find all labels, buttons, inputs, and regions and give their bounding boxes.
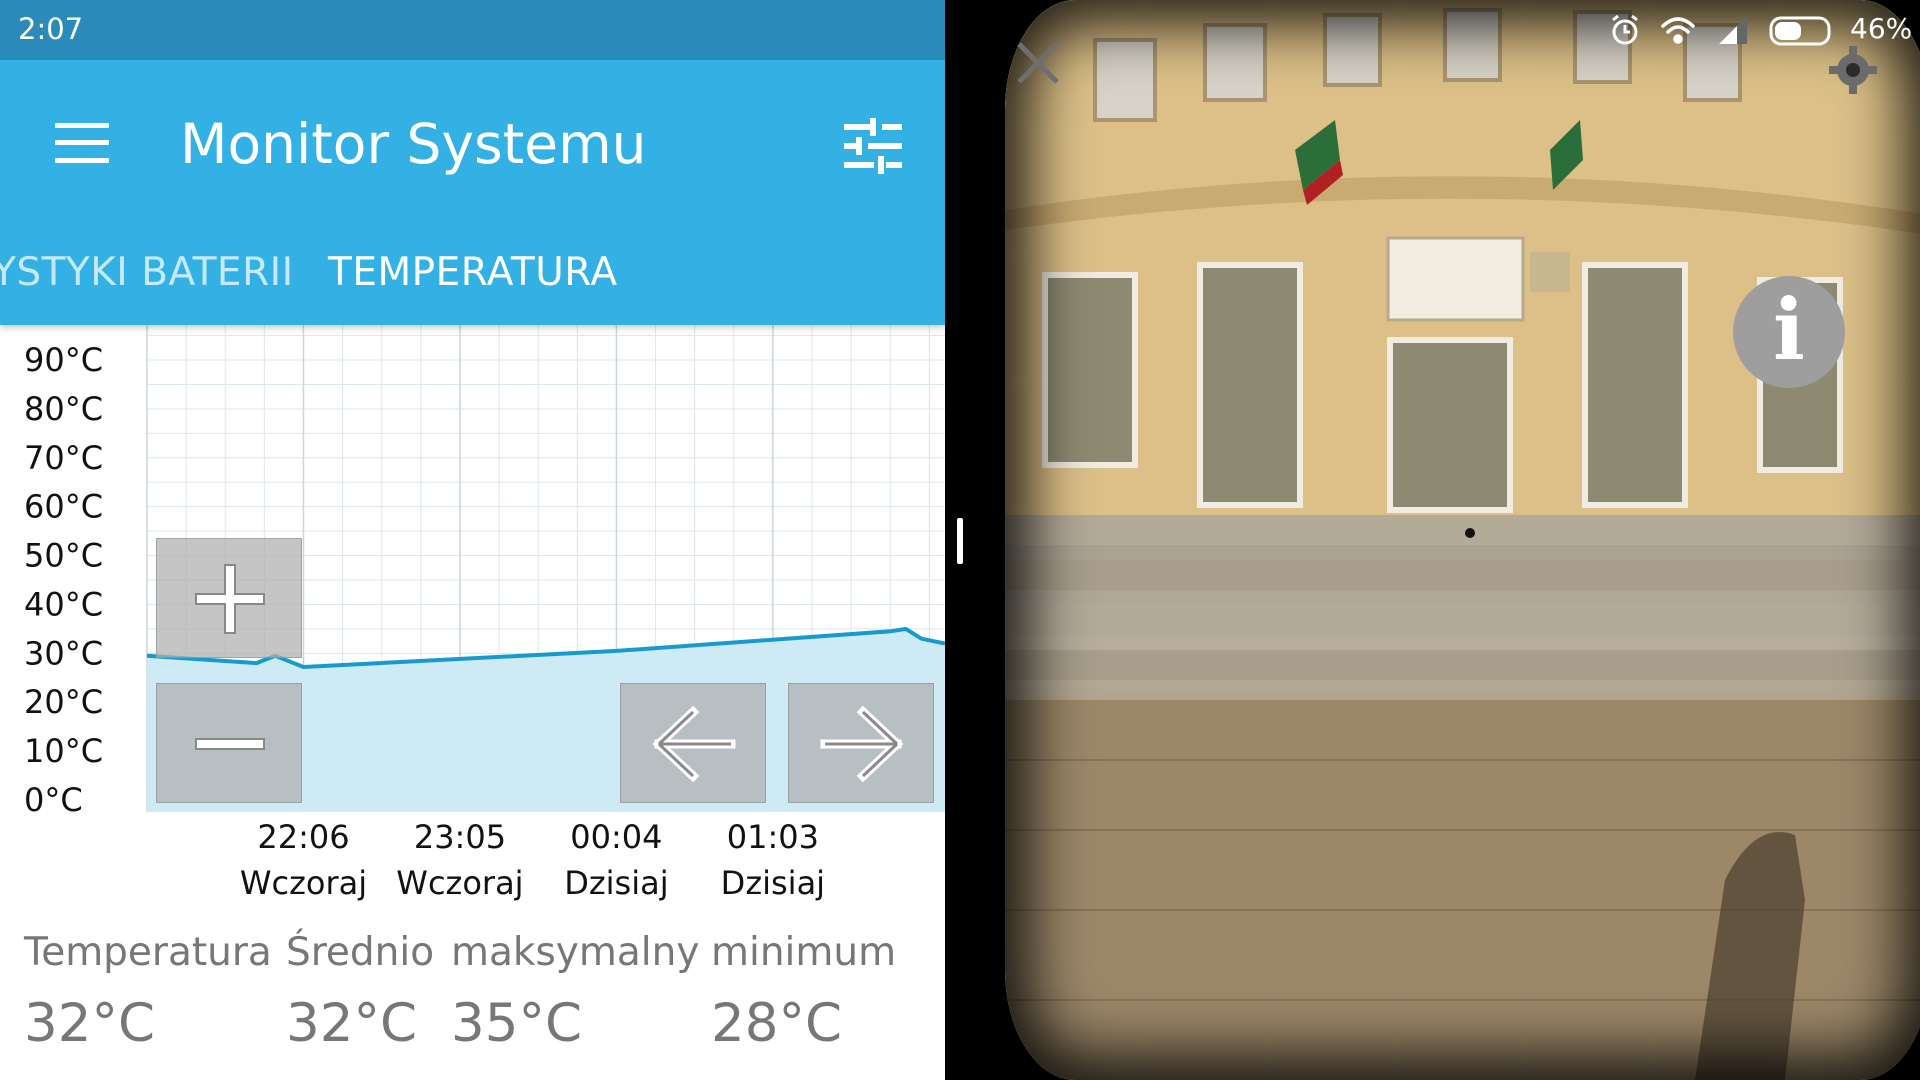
info-icon: i — [1773, 280, 1805, 379]
arrow-left-icon — [652, 705, 736, 783]
building-panorama-image — [1005, 0, 1920, 1080]
info-button[interactable]: i — [1733, 276, 1845, 388]
x-tick-time-label: 01:03 — [727, 818, 819, 856]
stat-value: 32°C — [286, 993, 417, 1054]
y-tick-label: 70°C — [24, 439, 103, 477]
zoom-out-button[interactable] — [156, 683, 302, 803]
gaze-reticle — [1465, 528, 1475, 538]
gear-icon[interactable] — [1825, 42, 1881, 98]
x-tick-day-label: Wczoraj — [240, 864, 367, 902]
stat-value: 32°C — [24, 993, 155, 1054]
tab-battery-statistics[interactable]: YSTYKI BATERII — [0, 250, 294, 295]
y-tick-label: 0°C — [24, 781, 83, 819]
stat-current: Temperatura 32°C — [24, 930, 272, 1054]
app-bar: Monitor Systemu YSTYKI BATERII TEMPERATU… — [0, 60, 945, 325]
y-tick-label: 20°C — [24, 683, 103, 721]
close-icon[interactable] — [1015, 40, 1061, 86]
zoom-in-button[interactable] — [156, 538, 302, 658]
stat-maximum: maksymalny 35°C — [451, 930, 699, 1054]
stat-value: 28°C — [711, 993, 842, 1054]
x-tick-day-label: Dzisiaj — [721, 864, 825, 902]
plus-icon — [195, 564, 265, 634]
status-time: 2:07 — [18, 12, 84, 46]
y-tick-label: 30°C — [24, 634, 103, 672]
signal-icon — [1719, 16, 1747, 44]
y-tick-label: 10°C — [24, 732, 103, 770]
stat-value: 35°C — [451, 993, 582, 1054]
tune-icon[interactable] — [842, 118, 904, 174]
scroll-right-button[interactable] — [788, 683, 934, 803]
arrow-right-icon — [820, 705, 904, 783]
vr-panorama-pane — [945, 0, 1920, 1080]
stat-label: maksymalny — [451, 930, 700, 975]
battery-percentage: 46% — [1850, 12, 1913, 45]
temperature-stats: Temperatura 32°C Średnio 32°C maksymalny… — [0, 930, 945, 1080]
tab-temperature[interactable]: TEMPERATURA — [328, 250, 618, 295]
temperature-chart[interactable]: 90°C 80°C 70°C 60°C 50°C 40°C 30°C 20°C 10°C 0°C 2… — [0, 325, 945, 905]
y-tick-label: 60°C — [24, 488, 103, 526]
status-bar: 2:07 — [0, 0, 945, 60]
app-title: Monitor Systemu — [180, 112, 647, 176]
minus-icon — [195, 738, 265, 750]
y-tick-label: 50°C — [24, 537, 103, 575]
stat-minimum: minimum 28°C — [711, 930, 896, 1054]
x-tick-time-label: 22:06 — [257, 818, 349, 856]
alarm-icon — [1612, 14, 1638, 45]
system-monitor-app: 2:07 Monitor Systemu YSTYKI BATERII TEMP… — [0, 0, 945, 1080]
stat-label: Temperatura — [24, 930, 272, 975]
x-tick-time-label: 23:05 — [414, 818, 506, 856]
wifi-icon — [1661, 17, 1695, 44]
tab-bar: YSTYKI BATERII TEMPERATURA — [0, 250, 945, 325]
stat-label: Średnio — [286, 930, 435, 975]
x-tick-day-label: Wczoraj — [396, 864, 523, 902]
x-tick-time-label: 00:04 — [570, 818, 662, 856]
stat-label: minimum — [711, 930, 897, 975]
menu-icon[interactable] — [52, 121, 112, 165]
battery-icon — [1769, 16, 1831, 46]
y-tick-label: 80°C — [24, 390, 103, 428]
y-tick-label: 40°C — [24, 585, 103, 623]
x-tick-day-label: Dzisiaj — [564, 864, 668, 902]
status-icons — [1612, 14, 1831, 46]
scroll-left-button[interactable] — [620, 683, 766, 803]
split-screen-divider[interactable] — [957, 518, 963, 564]
vr-panorama-view[interactable] — [1005, 0, 1920, 1080]
stat-average: Średnio 32°C — [286, 930, 434, 1054]
y-tick-label: 90°C — [24, 341, 103, 379]
